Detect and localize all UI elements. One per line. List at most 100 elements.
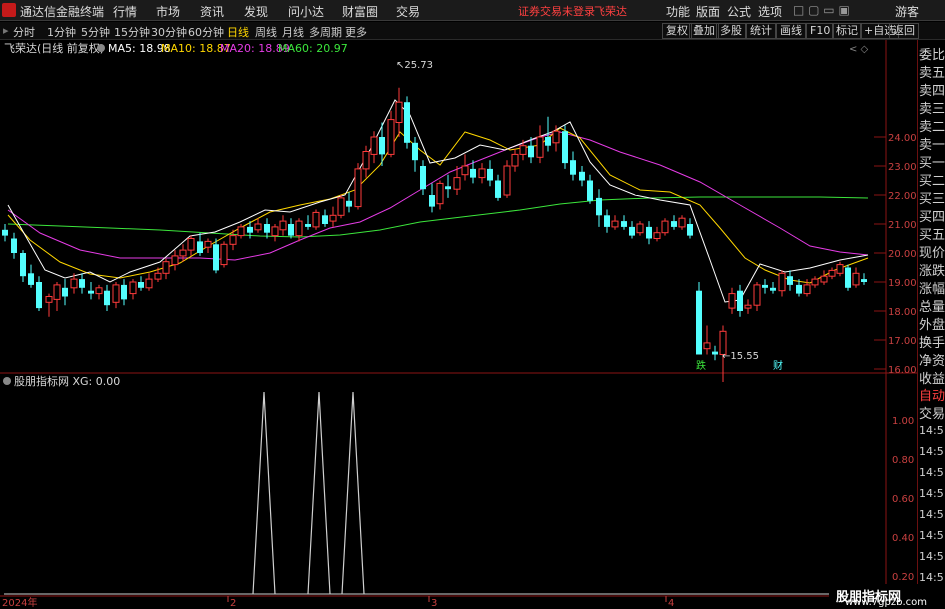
settings-icon[interactable] (97, 44, 105, 52)
candle[interactable] (728, 287, 736, 314)
candle[interactable] (271, 224, 279, 242)
candle[interactable] (787, 270, 793, 291)
trade-label[interactable]: 交易 (919, 403, 945, 422)
candle[interactable] (28, 264, 34, 288)
candle[interactable] (753, 282, 761, 311)
candle[interactable] (495, 174, 501, 201)
candle[interactable] (11, 232, 17, 259)
candle[interactable] (811, 276, 819, 288)
candle[interactable] (129, 279, 137, 300)
candle[interactable] (379, 122, 385, 167)
candle[interactable] (179, 244, 187, 262)
candle[interactable] (852, 267, 860, 288)
candle[interactable] (171, 250, 179, 271)
candle[interactable] (487, 160, 493, 187)
candle[interactable] (636, 221, 644, 236)
candle[interactable] (696, 282, 702, 355)
candle[interactable] (305, 215, 311, 230)
candle[interactable] (346, 192, 352, 213)
candle[interactable] (536, 125, 544, 164)
candle[interactable] (744, 299, 752, 314)
candle[interactable] (611, 215, 619, 230)
candle[interactable] (2, 224, 8, 242)
candle[interactable] (36, 276, 42, 311)
candle[interactable] (395, 87, 403, 137)
candle[interactable] (288, 218, 294, 239)
candle[interactable] (503, 160, 511, 198)
candle[interactable] (322, 209, 328, 227)
candle[interactable] (461, 154, 469, 181)
candle[interactable] (562, 125, 568, 169)
candle[interactable] (121, 279, 127, 306)
candle[interactable] (295, 218, 303, 242)
candle[interactable] (370, 131, 378, 164)
candle[interactable] (678, 215, 686, 230)
candle[interactable] (621, 215, 627, 230)
candle[interactable] (154, 267, 162, 283)
candle[interactable] (204, 238, 212, 254)
candle[interactable] (778, 270, 786, 297)
candle[interactable] (145, 273, 153, 291)
candle[interactable] (20, 250, 26, 282)
candle[interactable] (138, 276, 144, 291)
candle[interactable] (604, 209, 610, 233)
quote-label: 买一 (919, 156, 945, 171)
candle[interactable] (653, 226, 661, 242)
candle[interactable] (803, 279, 811, 297)
candle[interactable] (45, 293, 53, 317)
candle[interactable] (387, 110, 395, 158)
candle[interactable] (95, 284, 103, 300)
candle[interactable] (187, 235, 195, 256)
candle[interactable] (312, 209, 320, 230)
candle[interactable] (104, 284, 110, 311)
candle[interactable] (845, 264, 851, 291)
candle[interactable] (354, 163, 362, 210)
candle[interactable] (861, 273, 867, 285)
candle[interactable] (661, 218, 669, 236)
candle[interactable] (671, 215, 677, 230)
candle[interactable] (646, 221, 652, 245)
candle[interactable] (587, 174, 593, 204)
candle[interactable] (79, 273, 85, 294)
candle[interactable] (436, 180, 444, 210)
candle[interactable] (279, 215, 287, 236)
candle[interactable] (820, 270, 828, 285)
indicator-settings-icon[interactable] (3, 377, 11, 385)
candle[interactable] (836, 261, 844, 277)
candle[interactable] (197, 232, 203, 256)
candle[interactable] (53, 282, 61, 311)
candle[interactable] (687, 218, 693, 239)
candle[interactable] (337, 195, 345, 219)
fall-flag[interactable]: 跌 (696, 359, 706, 372)
candle[interactable] (737, 284, 743, 317)
candle[interactable] (579, 166, 585, 187)
candle[interactable] (264, 218, 270, 239)
candle[interactable] (762, 279, 768, 294)
candle[interactable] (511, 148, 519, 172)
candle[interactable] (254, 218, 262, 233)
candle[interactable] (162, 258, 170, 280)
auto-trade-label[interactable]: 自动 (919, 385, 945, 404)
chart-options-icon[interactable]: < ◇ (849, 44, 869, 55)
candle[interactable] (213, 238, 219, 274)
candle[interactable] (712, 345, 718, 361)
candle[interactable] (429, 183, 435, 213)
candle[interactable] (596, 189, 602, 227)
candle[interactable] (570, 151, 576, 181)
candle[interactable] (362, 145, 370, 178)
candle[interactable] (112, 282, 120, 309)
candle[interactable] (445, 174, 451, 198)
candle[interactable] (703, 325, 711, 355)
candle[interactable] (478, 163, 486, 184)
candle[interactable] (62, 279, 68, 306)
candle[interactable] (412, 137, 418, 172)
finance-flag[interactable]: 财 (773, 359, 783, 372)
candle[interactable] (770, 282, 776, 294)
candle[interactable] (828, 267, 836, 280)
candle[interactable] (88, 282, 94, 300)
candle[interactable] (629, 221, 635, 239)
candle[interactable] (329, 206, 337, 227)
candle[interactable] (404, 96, 410, 149)
candle[interactable] (220, 241, 228, 268)
kline-chart[interactable]: 飞荣达(日线 前复权) MA5: 18.98 MA10: 18.87 MA20:… (0, 0, 945, 609)
